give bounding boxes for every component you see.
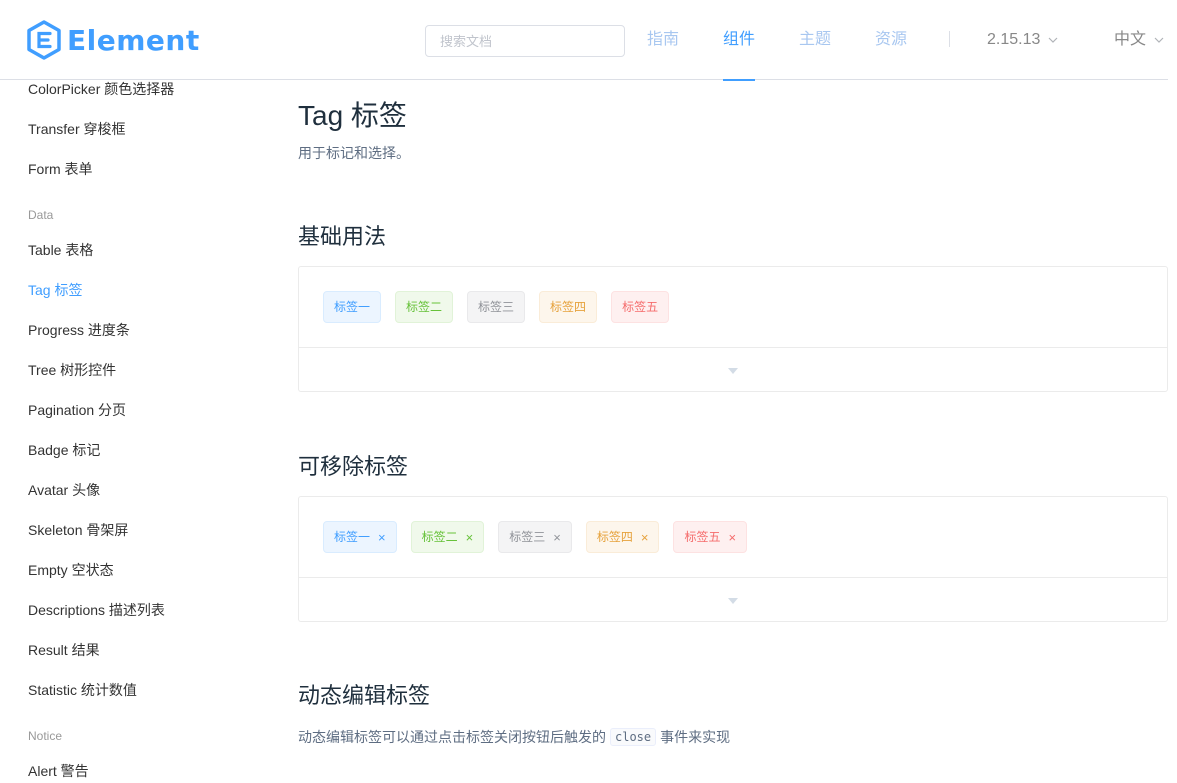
language-label: 中文 bbox=[1114, 31, 1147, 48]
section-title-dynamic: 动态编辑标签 bbox=[298, 683, 431, 708]
closable-tag-info: 标签三 × bbox=[498, 521, 572, 553]
chevron-down-icon bbox=[1048, 37, 1058, 43]
element-logo[interactable]: Element bbox=[26, 20, 200, 60]
expand-code-toggle[interactable] bbox=[299, 578, 1167, 621]
sidebar-item-result[interactable]: Result 结果 bbox=[28, 640, 100, 660]
tag-label: 标签五 bbox=[684, 530, 721, 544]
demo-source: 标签一 标签二 标签三 标签四 标签五 bbox=[299, 267, 1167, 348]
sidebar-item-avatar[interactable]: Avatar 头像 bbox=[28, 480, 100, 500]
sidebar-item-colorpicker[interactable]: ColorPicker 颜色选择器 bbox=[28, 80, 174, 99]
closable-tag-danger: 标签五 × bbox=[673, 521, 748, 553]
sidebar-item-form[interactable]: Form 表单 bbox=[28, 159, 93, 179]
sidebar-item-table[interactable]: Table 表格 bbox=[28, 240, 93, 260]
expand-code-toggle[interactable] bbox=[299, 348, 1167, 391]
side-nav: ColorPicker 颜色选择器 Transfer 穿梭框 Form 表单 D… bbox=[0, 80, 260, 783]
language-dropdown[interactable]: 中文 bbox=[1114, 0, 1164, 80]
closable-tag-primary: 标签一 × bbox=[323, 521, 397, 553]
close-icon[interactable]: × bbox=[728, 531, 736, 544]
caret-down-icon bbox=[728, 598, 738, 604]
search-input[interactable] bbox=[425, 25, 625, 57]
sidebar-item-empty[interactable]: Empty 空状态 bbox=[28, 560, 114, 580]
logo-text: Element bbox=[67, 23, 200, 57]
sidebar-group-data: Data bbox=[28, 208, 54, 222]
caret-down-icon bbox=[728, 368, 738, 374]
tag-label: 标签一 bbox=[334, 530, 371, 544]
nav-theme[interactable]: 主题 bbox=[799, 0, 831, 80]
section-description-dynamic: 动态编辑标签可以通过点击标签关闭按钮后触发的 close 事件来实现 bbox=[298, 727, 730, 747]
inline-code: close bbox=[610, 728, 657, 746]
main-content: Tag 标签 用于标记和选择。 基础用法 标签一 标签二 标签三 标签四 标签五… bbox=[298, 80, 1168, 783]
close-icon[interactable]: × bbox=[378, 531, 386, 544]
sidebar-item-pagination[interactable]: Pagination 分页 bbox=[28, 400, 126, 420]
desc-text: 事件来实现 bbox=[660, 729, 731, 745]
nav-resource[interactable]: 资源 bbox=[875, 0, 907, 80]
nav-divider bbox=[949, 31, 950, 47]
chevron-down-icon bbox=[1154, 37, 1164, 43]
version-dropdown[interactable]: 2.15.13 bbox=[987, 0, 1058, 80]
demo-block-basic: 标签一 标签二 标签三 标签四 标签五 bbox=[298, 266, 1168, 392]
nav-component[interactable]: 组件 bbox=[723, 0, 755, 81]
sidebar-item-progress[interactable]: Progress 进度条 bbox=[28, 320, 130, 340]
sidebar-item-alert[interactable]: Alert 警告 bbox=[28, 761, 89, 781]
tag-info: 标签三 bbox=[467, 291, 526, 323]
tag-danger: 标签五 bbox=[611, 291, 670, 323]
close-icon[interactable]: × bbox=[641, 531, 649, 544]
tag-label: 标签四 bbox=[596, 530, 633, 544]
demo-block-closable: 标签一 × 标签二 × 标签三 × 标签四 × 标签五 × bbox=[298, 496, 1168, 622]
close-icon[interactable]: × bbox=[466, 531, 474, 544]
section-title-closable: 可移除标签 bbox=[298, 454, 409, 479]
sidebar-item-tree[interactable]: Tree 树形控件 bbox=[28, 360, 116, 380]
sidebar-item-descriptions[interactable]: Descriptions 描述列表 bbox=[28, 600, 165, 620]
page-title: Tag 标签 bbox=[298, 100, 407, 131]
close-icon[interactable]: × bbox=[553, 531, 561, 544]
page-description: 用于标记和选择。 bbox=[298, 145, 410, 161]
closable-tag-success: 标签二 × bbox=[410, 521, 485, 553]
sidebar-item-badge[interactable]: Badge 标记 bbox=[28, 440, 100, 460]
sidebar-item-tag[interactable]: Tag 标签 bbox=[28, 280, 82, 300]
tag-success: 标签二 bbox=[395, 291, 454, 323]
sidebar-group-notice: Notice bbox=[28, 729, 63, 743]
tag-warning: 标签四 bbox=[539, 291, 598, 323]
sidebar-item-statistic[interactable]: Statistic 统计数值 bbox=[28, 680, 137, 700]
tag-primary: 标签一 bbox=[323, 291, 382, 323]
sidebar-item-transfer[interactable]: Transfer 穿梭框 bbox=[28, 119, 126, 139]
tag-label: 标签二 bbox=[421, 530, 458, 544]
closable-tag-warning: 标签四 × bbox=[585, 521, 660, 553]
sidebar-item-skeleton[interactable]: Skeleton 骨架屏 bbox=[28, 520, 128, 540]
element-hexagon-icon bbox=[27, 20, 61, 60]
nav-guide[interactable]: 指南 bbox=[647, 0, 679, 80]
tag-label: 标签三 bbox=[509, 530, 546, 544]
demo-source: 标签一 × 标签二 × 标签三 × 标签四 × 标签五 × bbox=[299, 497, 1167, 578]
top-header: Element 指南 组件 主题 资源 2.15.13 中文 bbox=[0, 0, 1168, 81]
desc-text: 动态编辑标签可以通过点击标签关闭按钮后触发的 bbox=[298, 729, 606, 745]
section-title-basic: 基础用法 bbox=[298, 224, 387, 249]
version-label: 2.15.13 bbox=[987, 31, 1041, 48]
